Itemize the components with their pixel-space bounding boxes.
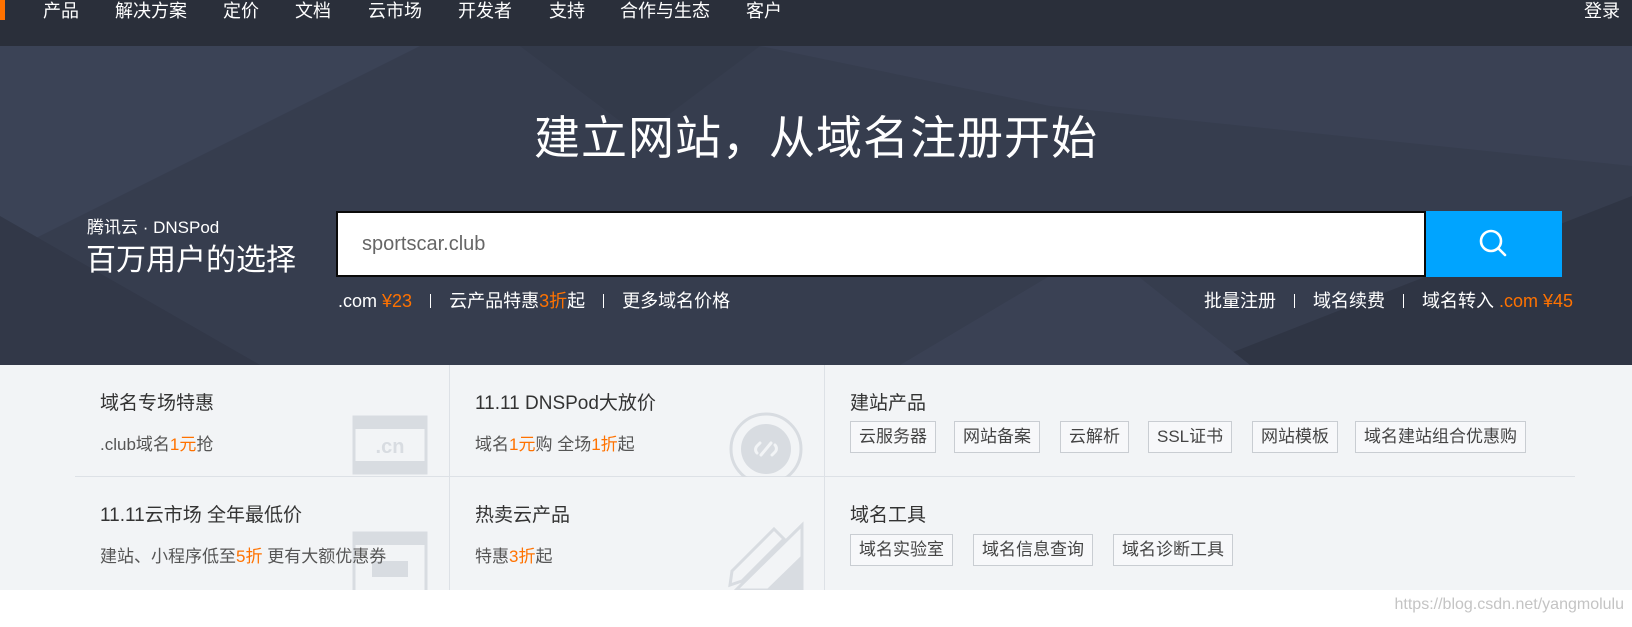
com-label: .com (338, 291, 378, 311)
brand-tagline-big: 百万用户的选择 (86, 244, 296, 277)
card-title: 11.11 DNSPod大放价 (475, 393, 656, 414)
tag-whois-lookup[interactable]: 域名信息查询 (973, 534, 1093, 566)
link-icon (729, 412, 803, 477)
login-link[interactable]: 登录 (1584, 0, 1620, 24)
card-sub-text: 购 全场 (535, 435, 592, 454)
card-sub-text: 域名 (475, 435, 509, 454)
nav-item-support[interactable]: 支持 (549, 0, 585, 24)
more-prices-link[interactable]: 更多域名价格 (622, 287, 730, 313)
nav-item-pricing[interactable]: 定价 (223, 0, 259, 24)
tag-site-filing[interactable]: 网站备案 (954, 421, 1040, 453)
tag-domain-lab[interactable]: 域名实验室 (850, 534, 953, 566)
nav-accent-bar (0, 0, 5, 20)
card-sub-highlight: 1元 (509, 435, 536, 454)
card-title: 热卖云产品 (475, 505, 571, 526)
divider (1403, 294, 1404, 308)
card-title: 11.11云市场 全年最低价 (100, 505, 303, 526)
search-button[interactable] (1426, 211, 1562, 277)
renew-link[interactable]: 域名续费 (1313, 287, 1385, 313)
nav-item-marketplace[interactable]: 云市场 (368, 0, 422, 24)
card-sub-text: 建站、小程序低至 (100, 547, 236, 566)
card-sub-highlight: 5折 (236, 547, 263, 566)
transfer-price: .com ¥45 (1499, 291, 1574, 311)
domain-search-input[interactable] (362, 213, 1402, 275)
nav-item-partners[interactable]: 合作与生态 (620, 0, 710, 24)
cn-icon-text: .cn (376, 436, 405, 458)
tag-ssl-cert[interactable]: SSL证书 (1148, 421, 1233, 453)
card-sub-text: .club域名 (100, 435, 170, 454)
card-subtitle: 建站、小程序低至5折 更有大额优惠券 (100, 542, 386, 567)
divider (449, 365, 450, 590)
card-subtitle: .club域名1元抢 (100, 430, 213, 455)
hero-banner: 建立网站，从域名注册开始 腾讯云 · DNSPod 百万用户的选择 .com ¥… (0, 46, 1632, 365)
watermark: https://blog.csdn.net/yangmolulu (1394, 596, 1624, 613)
nav-item-docs[interactable]: 文档 (295, 0, 331, 24)
divider (1294, 294, 1295, 308)
divider (824, 365, 825, 590)
card-sub-text: 特惠 (475, 547, 509, 566)
hero-title: 建立网站，从域名注册开始 (534, 112, 1098, 164)
tag-site-template[interactable]: 网站模板 (1252, 421, 1338, 453)
domain-tools-title: 域名工具 (850, 505, 927, 526)
card-sub-highlight: 1元 (169, 435, 197, 454)
tag-domain-diagnosis[interactable]: 域名诊断工具 (1113, 534, 1233, 566)
ruler-pencil-icon (728, 521, 804, 590)
com-price-link[interactable]: .com ¥23 (338, 291, 412, 312)
com-price: ¥23 (382, 291, 413, 311)
card-subtitle: 域名1元购 全场1折起 (475, 430, 635, 455)
tag-cloud-dns[interactable]: 云解析 (1060, 421, 1129, 453)
card-subtitle: 特惠3折起 (475, 542, 552, 567)
cloud-discount-link[interactable]: 云产品特惠3折起 (449, 287, 585, 313)
card-sub-highlight: 3折 (509, 547, 536, 566)
divider (603, 294, 605, 308)
card-sub-text: 更有大额优惠券 (262, 547, 387, 566)
hero-right-links: 批量注册 域名续费 域名转入 .com ¥45 (1204, 287, 1573, 313)
cloud-discount-value: 3折 (539, 291, 568, 311)
nav-item-developers[interactable]: 开发者 (458, 0, 512, 24)
cloud-discount-suffix: 起 (567, 291, 586, 311)
search-icon (1479, 229, 1507, 257)
transfer-prefix: 域名转入 (1422, 291, 1494, 311)
card-sub-text: 起 (617, 435, 635, 454)
card-sub-text: 抢 (196, 435, 214, 454)
tag-cloud-server[interactable]: 云服务器 (850, 421, 936, 453)
transfer-link[interactable]: 域名转入 .com ¥45 (1422, 287, 1573, 313)
cloud-discount-prefix: 云产品特惠 (449, 291, 540, 311)
top-nav: 产品 解决方案 定价 文档 云市场 开发者 支持 合作与生态 客户 登录 (0, 0, 1632, 46)
domain-search-box (336, 211, 1426, 277)
card-title: 域名专场特惠 (100, 393, 215, 414)
tag-domain-site-bundle[interactable]: 域名建站组合优惠购 (1355, 421, 1526, 453)
nav-item-products[interactable]: 产品 (43, 0, 79, 24)
card-sub-text: 起 (535, 547, 553, 566)
batch-register-link[interactable]: 批量注册 (1204, 287, 1276, 313)
build-products-title: 建站产品 (850, 393, 927, 414)
divider (430, 294, 432, 308)
hero-background-shapes (0, 46, 1632, 365)
cn-domain-icon: .cn (352, 415, 428, 475)
hero-left-links: .com ¥23 云产品特惠3折起 更多域名价格 (338, 287, 730, 313)
card-sub-highlight: 1折 (591, 435, 618, 454)
nav-item-customers[interactable]: 客户 (746, 0, 782, 24)
nav-item-solutions[interactable]: 解决方案 (115, 0, 187, 24)
promo-cards-section: .cn 域名专场特惠 .club域名1元抢 11.11 DNSPod大放价 域名… (0, 365, 1632, 590)
divider (75, 476, 1575, 477)
